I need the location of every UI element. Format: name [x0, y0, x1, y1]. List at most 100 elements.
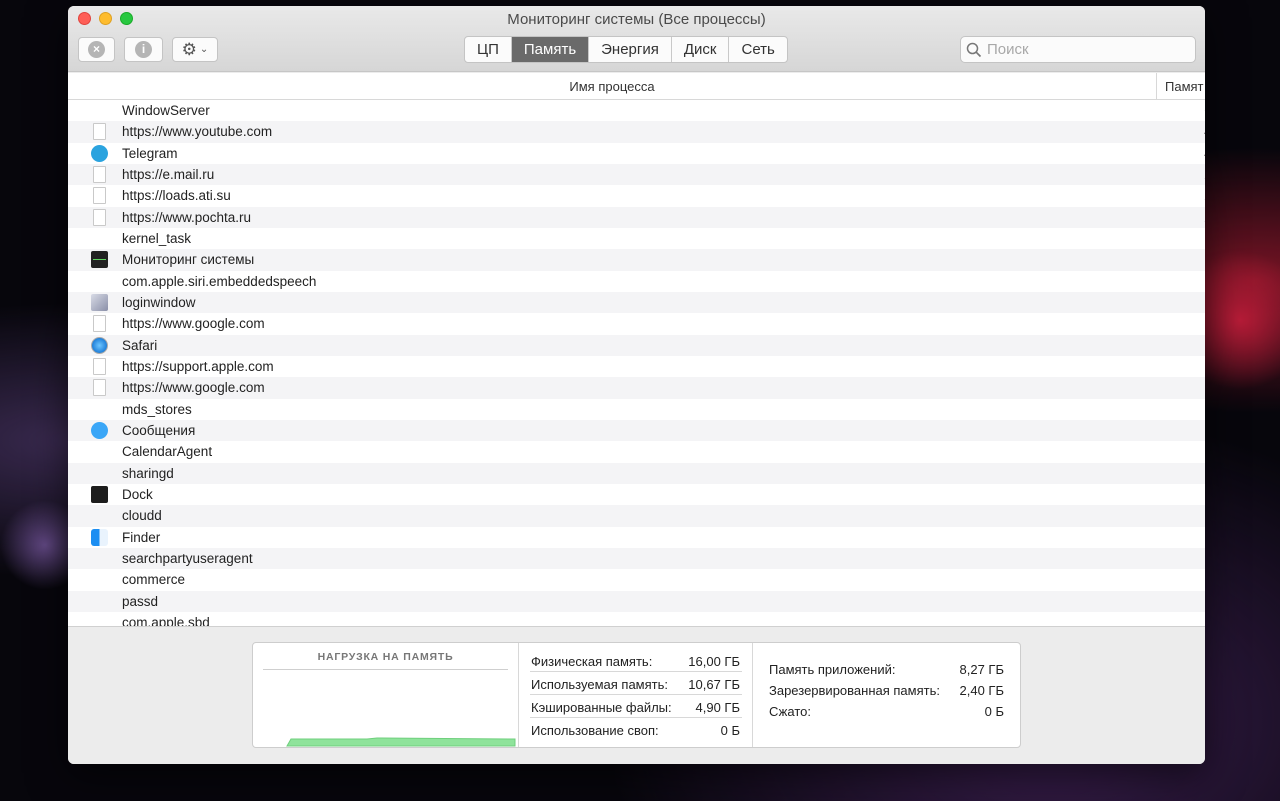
process-memory: 55,5: [1178, 466, 1205, 481]
process-name: Мониторинг системы: [122, 252, 255, 268]
process-name: loginwindow: [122, 294, 196, 310]
process-name: kernel_task: [122, 230, 192, 246]
finder-icon: [91, 528, 108, 546]
memory-pressure-area: [286, 737, 516, 747]
process-memory: 40,3: [1178, 594, 1205, 609]
actions-menu-button[interactable]: ⚙ ⌄: [172, 37, 218, 62]
telegram-icon: [91, 144, 108, 162]
table-row[interactable]: Safari 79,9: [68, 334, 1205, 356]
process-name: sharingd: [122, 465, 174, 481]
table-row[interactable]: https://loads.ati.su 235,8: [68, 185, 1205, 206]
process-name: https://www.google.com: [122, 380, 265, 396]
process-memory: 79,9: [1178, 338, 1205, 353]
process-memory: 74,5: [1178, 380, 1205, 395]
process-name: https://www.pochta.ru: [122, 209, 252, 225]
search-input[interactable]: [987, 41, 1177, 58]
table-row[interactable]: loginwindow 91,2: [68, 291, 1205, 314]
gear-icon: ⚙: [181, 40, 197, 59]
process-memory: 42,0: [1178, 572, 1205, 587]
table-row[interactable]: https://www.google.com 74,5: [68, 377, 1205, 399]
process-name: Safari: [122, 337, 158, 353]
table-row[interactable]: Finder 45,9: [68, 527, 1205, 548]
document-icon: [93, 123, 106, 141]
process-memory: 46,7: [1178, 508, 1205, 523]
process-memory: 71,6: [1178, 402, 1205, 417]
tab-2[interactable]: Энергия: [588, 37, 671, 62]
column-header-memory[interactable]: Памят: [1156, 73, 1204, 100]
table-row[interactable]: CalendarAgent 58,6: [68, 441, 1205, 462]
process-name: https://e.mail.ru: [122, 166, 215, 182]
process-memory: 58,6: [1178, 444, 1205, 459]
process-name: Finder: [122, 529, 161, 545]
stat-label: Память приложений:: [769, 662, 896, 677]
tab-3[interactable]: Диск: [670, 37, 729, 62]
table-row[interactable]: https://www.pochta.ru 203,3: [68, 206, 1205, 228]
activity-monitor-window: Мониторинг системы (Все процессы) × i ⚙ …: [68, 6, 1205, 764]
table-row[interactable]: Telegram 425,2: [68, 143, 1205, 164]
inspect-process-button[interactable]: i: [124, 37, 163, 62]
table-row[interactable]: https://e.mail.ru 258,1: [68, 163, 1205, 186]
process-name: https://www.google.com: [122, 316, 265, 332]
search-field[interactable]: [960, 36, 1196, 63]
process-memory: 156,2: [1178, 231, 1205, 246]
tab-1[interactable]: Память: [510, 37, 589, 62]
stop-process-button[interactable]: ×: [78, 37, 115, 62]
table-row[interactable]: searchpartyuseragent 42,8: [68, 547, 1205, 570]
table-row[interactable]: https://support.apple.com 76,8: [68, 356, 1205, 377]
stat-value: 4,90 ГБ: [695, 700, 740, 715]
stat-label: Зарезервированная память:: [769, 683, 940, 698]
stat-label: Сжато:: [769, 704, 811, 719]
table-row[interactable]: com.apple.sbd 40,3: [68, 612, 1205, 626]
table-header: Имя процесса Памят: [68, 73, 1205, 100]
table-row[interactable]: Dock 47,4: [68, 484, 1205, 505]
process-memory: 76,8: [1178, 359, 1205, 374]
column-header-process-name[interactable]: Имя процесса: [68, 73, 1156, 100]
table-row[interactable]: WindowServer 606,9: [68, 100, 1205, 121]
table-row[interactable]: Сообщения 69,2: [68, 419, 1205, 442]
table-row[interactable]: sharingd 55,5: [68, 462, 1205, 484]
chevron-down-icon: ⌄: [199, 44, 209, 55]
process-name: CalendarAgent: [122, 444, 213, 460]
tab-4[interactable]: Сеть: [728, 37, 786, 62]
process-memory: 115,5: [1178, 274, 1205, 289]
stat-value: 0 Б: [984, 704, 1004, 719]
stat-value: 2,40 ГБ: [959, 683, 1004, 698]
process-name: https://www.youtube.com: [122, 124, 273, 140]
table-row[interactable]: passd 40,3: [68, 590, 1205, 612]
memory-pressure-graph: НАГРУЗКА НА ПАМЯТЬ: [253, 643, 519, 747]
table-row[interactable]: cloudd 46,7: [68, 505, 1205, 527]
table-row[interactable]: Мониторинг системы 143,5: [68, 249, 1205, 271]
stat-row: Память приложений: 8,27 ГБ: [768, 657, 1006, 678]
process-name: mds_stores: [122, 401, 192, 417]
process-table: Имя процесса Памят WindowServer 606,9 http…: [68, 73, 1205, 626]
search-icon: [961, 42, 987, 58]
process-memory: 425,2: [1178, 146, 1205, 161]
table-row[interactable]: https://www.youtube.com 480,6: [68, 121, 1205, 143]
document-icon: [93, 357, 106, 375]
tab-0[interactable]: ЦП: [465, 37, 511, 62]
process-memory: 235,8: [1178, 188, 1205, 203]
table-row[interactable]: com.apple.siri.embeddedspeech 115,5: [68, 271, 1205, 292]
process-name: Dock: [122, 486, 153, 502]
process-memory: 47,4: [1178, 487, 1205, 502]
titlebar: Мониторинг системы (Все процессы) × i ⚙ …: [68, 6, 1205, 72]
stat-value: 0 Б: [720, 723, 740, 738]
process-name: WindowServer: [122, 103, 210, 118]
table-row[interactable]: https://www.google.com 89,3: [68, 313, 1205, 334]
process-memory: 91,2: [1178, 295, 1205, 310]
table-row[interactable]: kernel_task 156,2: [68, 228, 1205, 249]
stat-row: Физическая память: 16,00 ГБ: [530, 649, 742, 672]
activity-monitor-icon: [91, 251, 108, 269]
process-name: Telegram: [122, 145, 178, 161]
process-name: commerce: [122, 572, 186, 588]
document-icon: [93, 208, 106, 226]
process-memory: 203,3: [1178, 210, 1205, 225]
process-name: com.apple.siri.embeddedspeech: [122, 273, 317, 289]
table-row[interactable]: mds_stores 71,6: [68, 399, 1205, 420]
table-row[interactable]: commerce 42,0: [68, 569, 1205, 590]
process-name: com.apple.sbd: [122, 614, 210, 626]
process-list: WindowServer 606,9 https://www.youtube.com…: [68, 100, 1205, 626]
loginwindow-icon: [91, 293, 108, 311]
document-icon: [93, 315, 106, 333]
memory-footer: НАГРУЗКА НА ПАМЯТЬ Физическая память: 16,…: [68, 626, 1205, 764]
